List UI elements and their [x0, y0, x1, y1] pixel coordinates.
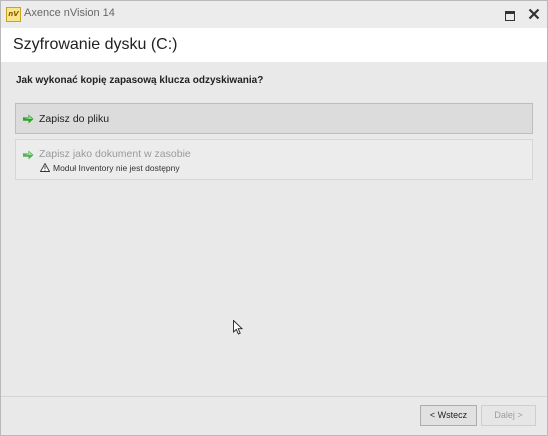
option-label: Zapisz do pliku: [39, 113, 110, 125]
question-label: Jak wykonać kopię zapasową klucza odzysk…: [16, 75, 264, 86]
app-title: Axence nVision 14: [24, 7, 115, 19]
close-button[interactable]: [524, 5, 544, 23]
option-save-to-file[interactable]: Zapisz do pliku: [15, 103, 533, 134]
wizard-window: nV Axence nVision 14 Szyfrowanie dysku (…: [0, 0, 548, 436]
green-arrow-icon: [23, 150, 34, 160]
green-arrow-icon: [23, 114, 34, 124]
maximize-button[interactable]: [500, 5, 520, 23]
footer-divider: [1, 396, 547, 397]
mouse-cursor-icon: [233, 320, 244, 335]
back-button[interactable]: < Wstecz: [420, 405, 477, 426]
maximize-icon: [505, 11, 515, 21]
title-bar[interactable]: nV Axence nVision 14: [1, 1, 547, 28]
page-title: Szyfrowanie dysku (C:): [13, 36, 178, 53]
wizard-header: Szyfrowanie dysku (C:): [1, 28, 547, 62]
warning-icon: [40, 163, 50, 172]
next-button[interactable]: Dalej >: [481, 405, 536, 426]
option-label: Zapisz jako dokument w zasobie: [39, 148, 191, 160]
nvision-logo-icon: nV: [6, 7, 21, 22]
warning-text: Moduł Inventory nie jest dostępny: [53, 163, 180, 173]
option-save-as-document: Zapisz jako dokument w zasobie Moduł Inv…: [15, 139, 533, 180]
close-icon: [528, 8, 540, 20]
